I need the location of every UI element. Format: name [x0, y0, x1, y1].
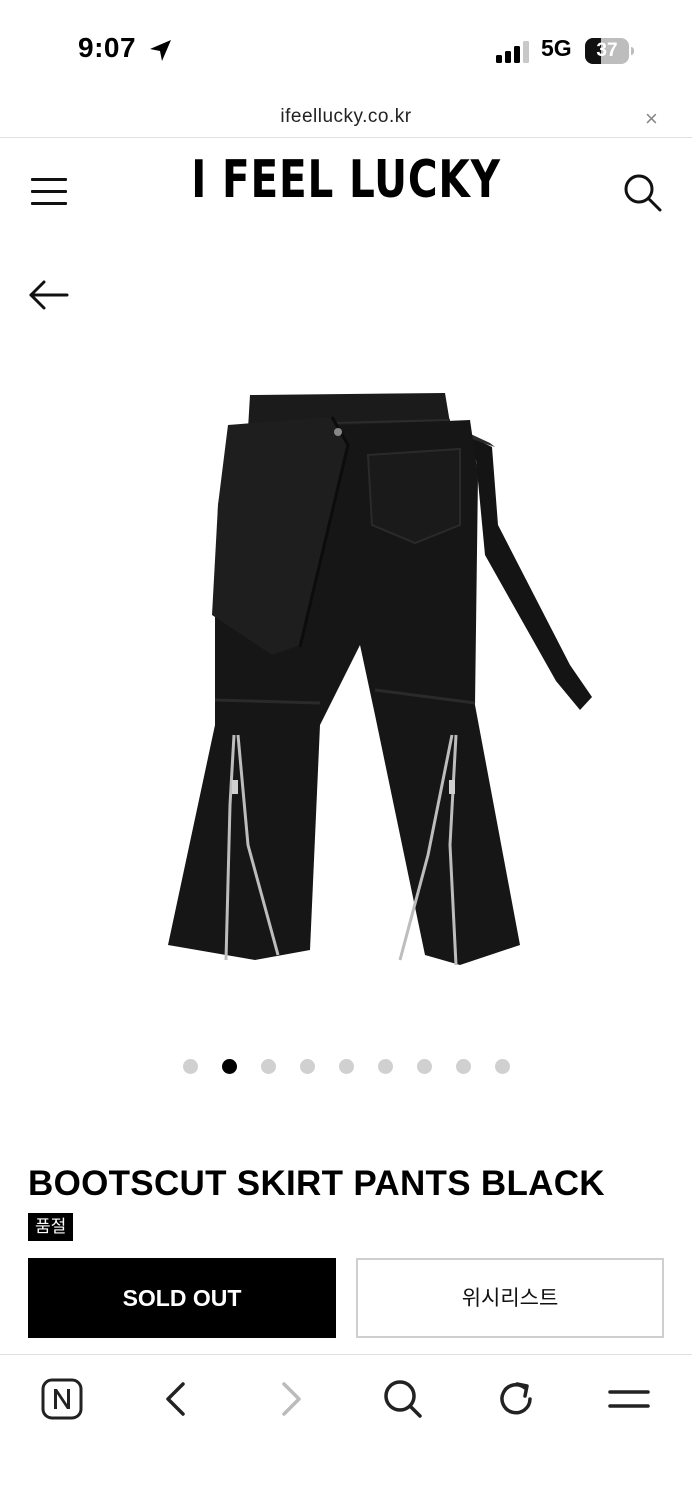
- status-badge: 품절: [28, 1213, 74, 1241]
- back-arrow-icon[interactable]: [28, 278, 70, 312]
- slide-dot[interactable]: [494, 1059, 510, 1074]
- search-icon[interactable]: [622, 172, 664, 214]
- slide-indicator: [0, 1059, 692, 1075]
- product-image[interactable]: [160, 385, 600, 975]
- hamburger-menu-icon[interactable]: [31, 176, 69, 208]
- url-display[interactable]: ifeellucky.co.kr: [0, 106, 692, 128]
- divider: [0, 137, 692, 138]
- slide-dot[interactable]: [377, 1059, 393, 1074]
- sold-out-button[interactable]: SOLD OUT: [28, 1258, 336, 1338]
- naver-home-icon[interactable]: [37, 1374, 87, 1424]
- product-title: BOOTSCUT SKIRT PANTS BLACK: [28, 1164, 605, 1203]
- reload-icon[interactable]: [491, 1374, 541, 1424]
- status-time: 9:07: [78, 32, 137, 63]
- slide-dot[interactable]: [299, 1059, 315, 1074]
- location-arrow-icon: [150, 40, 171, 61]
- slide-dot[interactable]: [416, 1059, 432, 1074]
- menu-icon[interactable]: [604, 1374, 654, 1424]
- search-icon[interactable]: [378, 1374, 428, 1424]
- network-label: 5G: [541, 35, 572, 61]
- slide-dot[interactable]: [221, 1059, 237, 1074]
- forward-icon[interactable]: [265, 1374, 315, 1424]
- signal-bars-icon: [496, 41, 529, 63]
- site-logo[interactable]: I FEEL LUCKY: [76, 150, 616, 210]
- battery-level: 37: [596, 40, 618, 61]
- slide-dot[interactable]: [182, 1059, 198, 1074]
- close-icon[interactable]: ×: [645, 106, 658, 132]
- slide-dot[interactable]: [338, 1059, 354, 1074]
- slide-dot[interactable]: [455, 1059, 471, 1074]
- divider: [0, 1354, 692, 1355]
- slide-dot[interactable]: [260, 1059, 276, 1074]
- back-icon[interactable]: [152, 1374, 202, 1424]
- battery-icon: 37: [585, 38, 634, 64]
- wishlist-button[interactable]: 위시리스트: [356, 1258, 664, 1338]
